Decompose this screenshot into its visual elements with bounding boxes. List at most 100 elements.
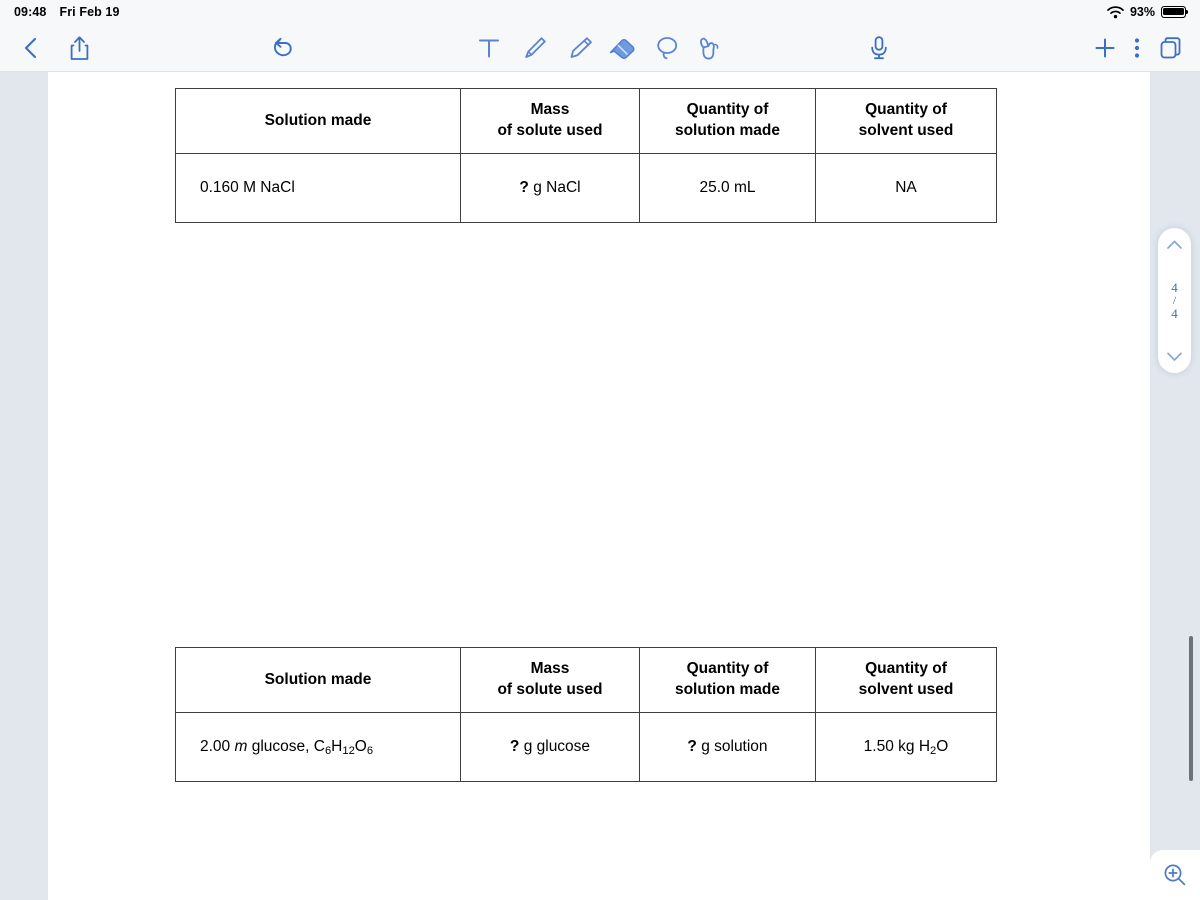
cell-text: 0.160 M NaCl (200, 178, 295, 196)
header-text-line2: of solute used (497, 122, 603, 139)
water-oxygen: O (936, 737, 949, 755)
header-text-line1: Quantity of (686, 660, 769, 678)
wifi-icon (1107, 5, 1124, 19)
plus-icon (1095, 38, 1115, 57)
header-text: Solution made (264, 111, 372, 129)
formula-subscript-3: 6 (366, 744, 374, 757)
highlighter-icon (570, 36, 592, 58)
battery-icon (1161, 6, 1189, 18)
text-tool-button[interactable] (472, 24, 506, 71)
cell-quantity-of-solution: 25.0 mL (639, 153, 816, 223)
header-quantity-of-solution: Quantity of solution made (639, 88, 816, 154)
cell-text: g solution (696, 737, 768, 755)
formula-o: O (354, 737, 367, 755)
vertical-scrollbar-thumb[interactable] (1189, 636, 1193, 781)
three-dots-vertical-icon (1134, 37, 1140, 58)
header-text-line1: Mass (530, 660, 570, 678)
add-button[interactable] (1088, 24, 1122, 71)
header-text-line1: Quantity of (865, 101, 947, 119)
status-date: Fri Feb 19 (59, 5, 120, 19)
cell-text-rest: glucose, C (247, 737, 325, 755)
chevron-left-icon (24, 37, 36, 58)
header-quantity-of-solution: Quantity of solution made (639, 647, 816, 713)
page-navigation-pill: 4 / 4 (1158, 228, 1191, 373)
pen-icon (525, 36, 546, 58)
share-button[interactable] (60, 24, 98, 71)
hand-tool-button[interactable] (692, 24, 726, 71)
header-text-line1: Quantity of (686, 101, 769, 119)
page-separator: / (1172, 293, 1177, 308)
header-mass-of-solute: Mass of solute used (460, 88, 640, 154)
cell-text: 25.0 mL (699, 178, 756, 196)
back-button[interactable] (12, 24, 48, 71)
formula-subscript-1: 6 (324, 744, 332, 757)
cell-solution-made: 2.00 m glucose, C6H12O6 (175, 712, 461, 782)
cell-quantity-of-solution: ? g solution (639, 712, 816, 782)
total-page-number: 4 (1171, 305, 1178, 321)
cell-text: NA (895, 178, 917, 196)
cell-mass-of-solute: ? g glucose (460, 712, 640, 782)
cell-solution-made: 0.160 M NaCl (175, 153, 461, 223)
header-quantity-of-solvent: Quantity of solvent used (815, 647, 997, 713)
header-quantity-of-solvent: Quantity of solvent used (815, 88, 997, 154)
status-time: 09:48 (14, 5, 47, 19)
header-text: Solution made (264, 670, 372, 688)
header-solution-made: Solution made (175, 88, 461, 154)
header-mass-of-solute: Mass of solute used (460, 647, 640, 713)
current-page-number: 4 (1171, 279, 1178, 295)
lasso-icon (656, 36, 677, 59)
share-icon (70, 35, 88, 60)
zoom-in-button[interactable] (1150, 850, 1200, 900)
cell-mass-of-solute: ? g NaCl (460, 153, 640, 223)
cell-quantity-of-solvent: NA (815, 153, 997, 223)
text-t-icon (479, 39, 499, 57)
hand-pointer-icon (699, 37, 718, 59)
chevron-down-icon[interactable] (1166, 351, 1183, 362)
table-row: 0.160 M NaCl ? g NaCl 25.0 mL NA (175, 153, 997, 223)
battery-percentage: 93% (1129, 5, 1155, 19)
header-text-line2: of solute used (497, 681, 603, 698)
status-bar-left: 09:48 Fri Feb 19 (14, 5, 120, 19)
pen-tool-button[interactable] (518, 24, 552, 71)
table-row: 2.00 m glucose, C6H12O6 ? g glucose ? g … (175, 712, 997, 782)
status-bar-right: 93% (1107, 5, 1189, 19)
solution-table-1: Solution made Mass of solute used Quanti… (175, 88, 997, 223)
formula-subscript-2: 12 (342, 744, 355, 757)
header-text-line2: solvent used (858, 681, 954, 698)
table-header-row: Solution made Mass of solute used Quanti… (175, 647, 997, 713)
formula-h: H (331, 737, 343, 755)
highlighter-tool-button[interactable] (562, 24, 598, 71)
status-bar: 09:48 Fri Feb 19 93% (0, 0, 1200, 24)
cell-text-number: 2.00 (200, 737, 235, 755)
undo-arrow-icon (273, 37, 292, 56)
lasso-tool-button[interactable] (650, 24, 684, 71)
header-text-line2: solution made (674, 122, 781, 139)
eraser-icon (609, 38, 635, 59)
left-sidebar-strip (0, 72, 48, 900)
cell-text: 1.50 kg H (863, 737, 931, 755)
header-text-line1: Mass (530, 101, 570, 119)
header-text-line2: solvent used (858, 122, 954, 139)
table-header-row: Solution made Mass of solute used Quanti… (175, 88, 997, 154)
cell-quantity-of-solvent: 1.50 kg H2O (815, 712, 997, 782)
question-mark: ? (687, 737, 697, 755)
undo-button[interactable] (265, 24, 303, 71)
question-mark: ? (519, 178, 529, 196)
header-text-line2: solution made (674, 681, 781, 698)
page-counter[interactable]: 4 / 4 (1171, 279, 1178, 321)
water-subscript: 2 (930, 744, 937, 757)
more-options-button[interactable] (1124, 24, 1150, 71)
header-text-line1: Quantity of (865, 660, 947, 678)
cell-text: g NaCl (528, 178, 581, 196)
magnifier-plus-icon (1164, 864, 1186, 886)
cell-text: g glucose (519, 737, 591, 755)
question-mark: ? (509, 737, 520, 755)
header-solution-made: Solution made (175, 647, 461, 713)
microphone-button[interactable] (862, 24, 896, 71)
chevron-up-icon[interactable] (1166, 239, 1183, 250)
pages-stack-icon (1160, 36, 1181, 58)
solution-table-2: Solution made Mass of solute used Quanti… (175, 647, 997, 782)
eraser-tool-button[interactable] (604, 24, 640, 71)
document-page: Solution made Mass of solute used Quanti… (48, 72, 1150, 900)
pages-button[interactable] (1154, 24, 1188, 71)
